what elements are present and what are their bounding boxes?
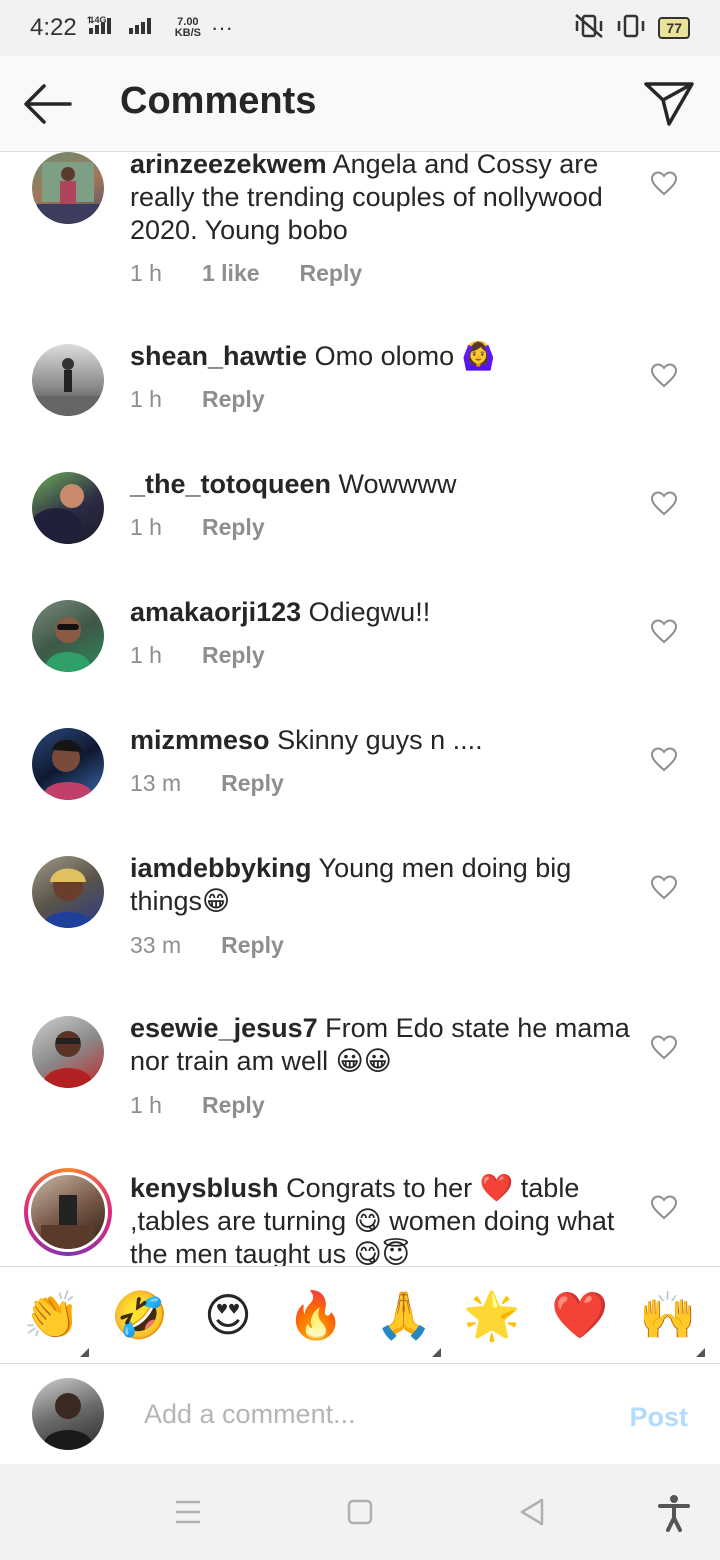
comment-text: esewie_jesus7 From Edo state he mama nor… [130, 1012, 630, 1078]
status-bar: 4:22 ⇅4G 7.00 KB/S ··· 77 [0, 0, 720, 56]
status-left: 4:22 ⇅4G 7.00 KB/S ··· [30, 14, 233, 42]
current-user-avatar [32, 1378, 104, 1450]
heart-icon[interactable] [650, 1034, 678, 1060]
battery-indicator: 77 [658, 17, 690, 39]
folded-hands-emoji[interactable]: 🙏 [369, 1288, 441, 1357]
comment-compose: Post [0, 1364, 720, 1464]
red-heart-emoji[interactable]: ❤️ [545, 1288, 615, 1343]
comment-time: 1 h [130, 642, 162, 668]
comment-time: 13 m [130, 770, 182, 796]
comment-body: Wowwww [331, 469, 457, 499]
avatar[interactable] [32, 856, 104, 928]
story-avatar[interactable] [24, 1168, 112, 1256]
comment-username[interactable]: kenysblush [130, 1173, 279, 1203]
share-button[interactable] [642, 76, 696, 130]
comment-username[interactable]: mizmmeso [130, 725, 270, 755]
avatar-image [28, 1172, 108, 1252]
signal-icon: ⇅4G [87, 14, 165, 42]
comment-text: iamdebbyking Young men doing big things😁 [130, 852, 630, 918]
reply-button[interactable]: Reply [202, 514, 265, 541]
avatar[interactable] [32, 344, 104, 416]
clapping-hands-emoji[interactable]: 👏 [17, 1288, 89, 1357]
page-title: Comments [120, 80, 317, 122]
comment-username[interactable]: arinzeezekwem [130, 152, 327, 179]
comment-meta: 1 h Reply [130, 1092, 265, 1119]
comment-body: Omo olomo 🙆‍♀️ [307, 341, 496, 371]
heart-eyes-emoji[interactable]: 😍 [193, 1288, 263, 1342]
accessibility-icon[interactable] [654, 1492, 694, 1532]
raising-hands-emoji[interactable]: 🙌 [633, 1288, 705, 1357]
comment-meta: 13 m Reply [130, 770, 284, 797]
comment-text: mizmmeso Skinny guys n .... [130, 724, 630, 757]
paper-plane-icon [644, 82, 694, 126]
comment-body: Skinny guys n .... [269, 725, 483, 755]
comment-time: 1 h [130, 260, 162, 286]
comment-meta: 1 h Reply [130, 514, 265, 541]
fire-emoji[interactable]: 🔥 [281, 1288, 351, 1343]
comment-meta: 33 m Reply [130, 932, 284, 959]
heart-icon[interactable] [650, 874, 678, 900]
reply-button[interactable]: Reply [202, 386, 265, 413]
home-square-icon[interactable] [340, 1492, 380, 1532]
emoji-quick-bar: 👏 🤣 😍 🔥 🙏 🌟 ❤️ 🙌 [0, 1266, 720, 1364]
comment-time: 33 m [130, 932, 182, 958]
comment-username[interactable]: shean_hawtie [130, 341, 307, 371]
vibrate-icon [616, 13, 646, 44]
vibrate-off-icon [574, 13, 604, 44]
comment-text: amakaorji123 Odiegwu!! [130, 596, 630, 629]
heart-icon[interactable] [650, 170, 678, 196]
comment-body: Odiegwu!! [301, 597, 431, 627]
comment-meta: 1 h Reply [130, 642, 265, 669]
rofl-emoji[interactable]: 🤣 [105, 1288, 175, 1343]
heart-icon[interactable] [650, 1194, 678, 1220]
avatar[interactable] [32, 1016, 104, 1088]
comment-username[interactable]: esewie_jesus7 [130, 1013, 318, 1043]
post-button[interactable]: Post [629, 1402, 688, 1433]
heart-icon[interactable] [650, 362, 678, 388]
status-time: 4:22 [30, 14, 77, 41]
comment-text: kenysblush Congrats to her ❤️ table ,tab… [130, 1172, 630, 1266]
heart-icon[interactable] [650, 618, 678, 644]
avatar[interactable] [32, 152, 104, 224]
comment-likes[interactable]: 1 like [202, 260, 260, 287]
comment-time: 1 h [130, 386, 162, 412]
avatar[interactable] [32, 600, 104, 672]
reply-button[interactable]: Reply [300, 260, 363, 287]
comment-time: 1 h [130, 1092, 162, 1118]
back-triangle-icon[interactable] [512, 1492, 552, 1532]
speed-unit: KB/S [174, 27, 201, 39]
star-emoji[interactable]: 🌟 [457, 1288, 527, 1343]
reply-button[interactable]: Reply [221, 932, 284, 959]
network-speed: 7.00 KB/S [175, 17, 201, 39]
arrow-left-icon [24, 84, 72, 124]
comments-list[interactable]: arinzeezekwem Angela and Cossy are reall… [0, 152, 720, 1266]
comment-username[interactable]: amakaorji123 [130, 597, 301, 627]
heart-icon[interactable] [650, 490, 678, 516]
avatar[interactable] [32, 728, 104, 800]
comment-text: arinzeezekwem Angela and Cossy are reall… [130, 152, 630, 247]
comment-meta: 1 h Reply [130, 386, 265, 413]
comment-input[interactable] [130, 1388, 618, 1440]
comment-username[interactable]: iamdebbyking [130, 853, 312, 883]
reply-button[interactable]: Reply [202, 642, 265, 669]
reply-button[interactable]: Reply [202, 1092, 265, 1119]
comment-text: _the_totoqueen Wowwww [130, 468, 630, 501]
status-right: 77 [574, 13, 690, 44]
reply-button[interactable]: Reply [221, 770, 284, 797]
comment-meta: 1 h 1 like Reply [130, 260, 362, 287]
back-button[interactable] [20, 78, 76, 130]
system-nav-bar [0, 1464, 720, 1560]
menu-icon[interactable] [168, 1492, 208, 1532]
avatar[interactable] [32, 472, 104, 544]
heart-icon[interactable] [650, 746, 678, 772]
more-dots: ··· [211, 15, 233, 40]
comment-time: 1 h [130, 514, 162, 540]
comment-text: shean_hawtie Omo olomo 🙆‍♀️ [130, 340, 630, 373]
app-header: Comments [0, 56, 720, 152]
comment-username[interactable]: _the_totoqueen [130, 469, 331, 499]
